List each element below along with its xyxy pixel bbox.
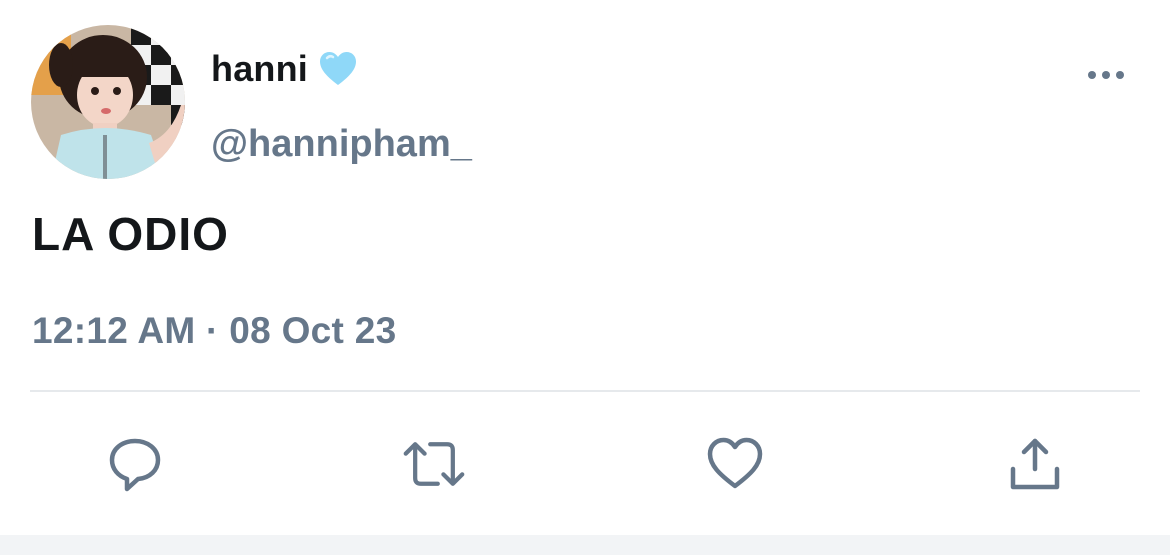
retweet-button[interactable]: [402, 432, 466, 496]
retweet-icon: [403, 442, 465, 486]
author-name-row: hanni: [211, 48, 358, 90]
divider: [30, 390, 1140, 392]
light-blue-heart-emoji-icon: [318, 50, 358, 88]
tweet-text: LA ODIO: [32, 208, 229, 260]
user-handle[interactable]: @hannipham_: [211, 123, 472, 166]
tweet-card: hanni @hannipham_ LA ODIO 12:12 AM · 08 …: [0, 0, 1170, 555]
avatar-image: [31, 25, 185, 179]
share-upload-icon: [1010, 438, 1060, 490]
avatar[interactable]: [31, 25, 185, 179]
more-horizontal-icon: [1088, 71, 1124, 79]
heart-icon: [707, 437, 763, 489]
like-button[interactable]: [703, 432, 767, 496]
reply-bubble-icon: [109, 438, 161, 492]
more-options-button[interactable]: [1082, 58, 1130, 92]
display-name[interactable]: hanni: [211, 48, 308, 90]
reply-button[interactable]: [103, 432, 167, 496]
share-button[interactable]: [1003, 432, 1067, 496]
card-bottom-edge: [0, 535, 1170, 555]
tweet-timestamp[interactable]: 12:12 AM · 08 Oct 23: [32, 310, 397, 352]
